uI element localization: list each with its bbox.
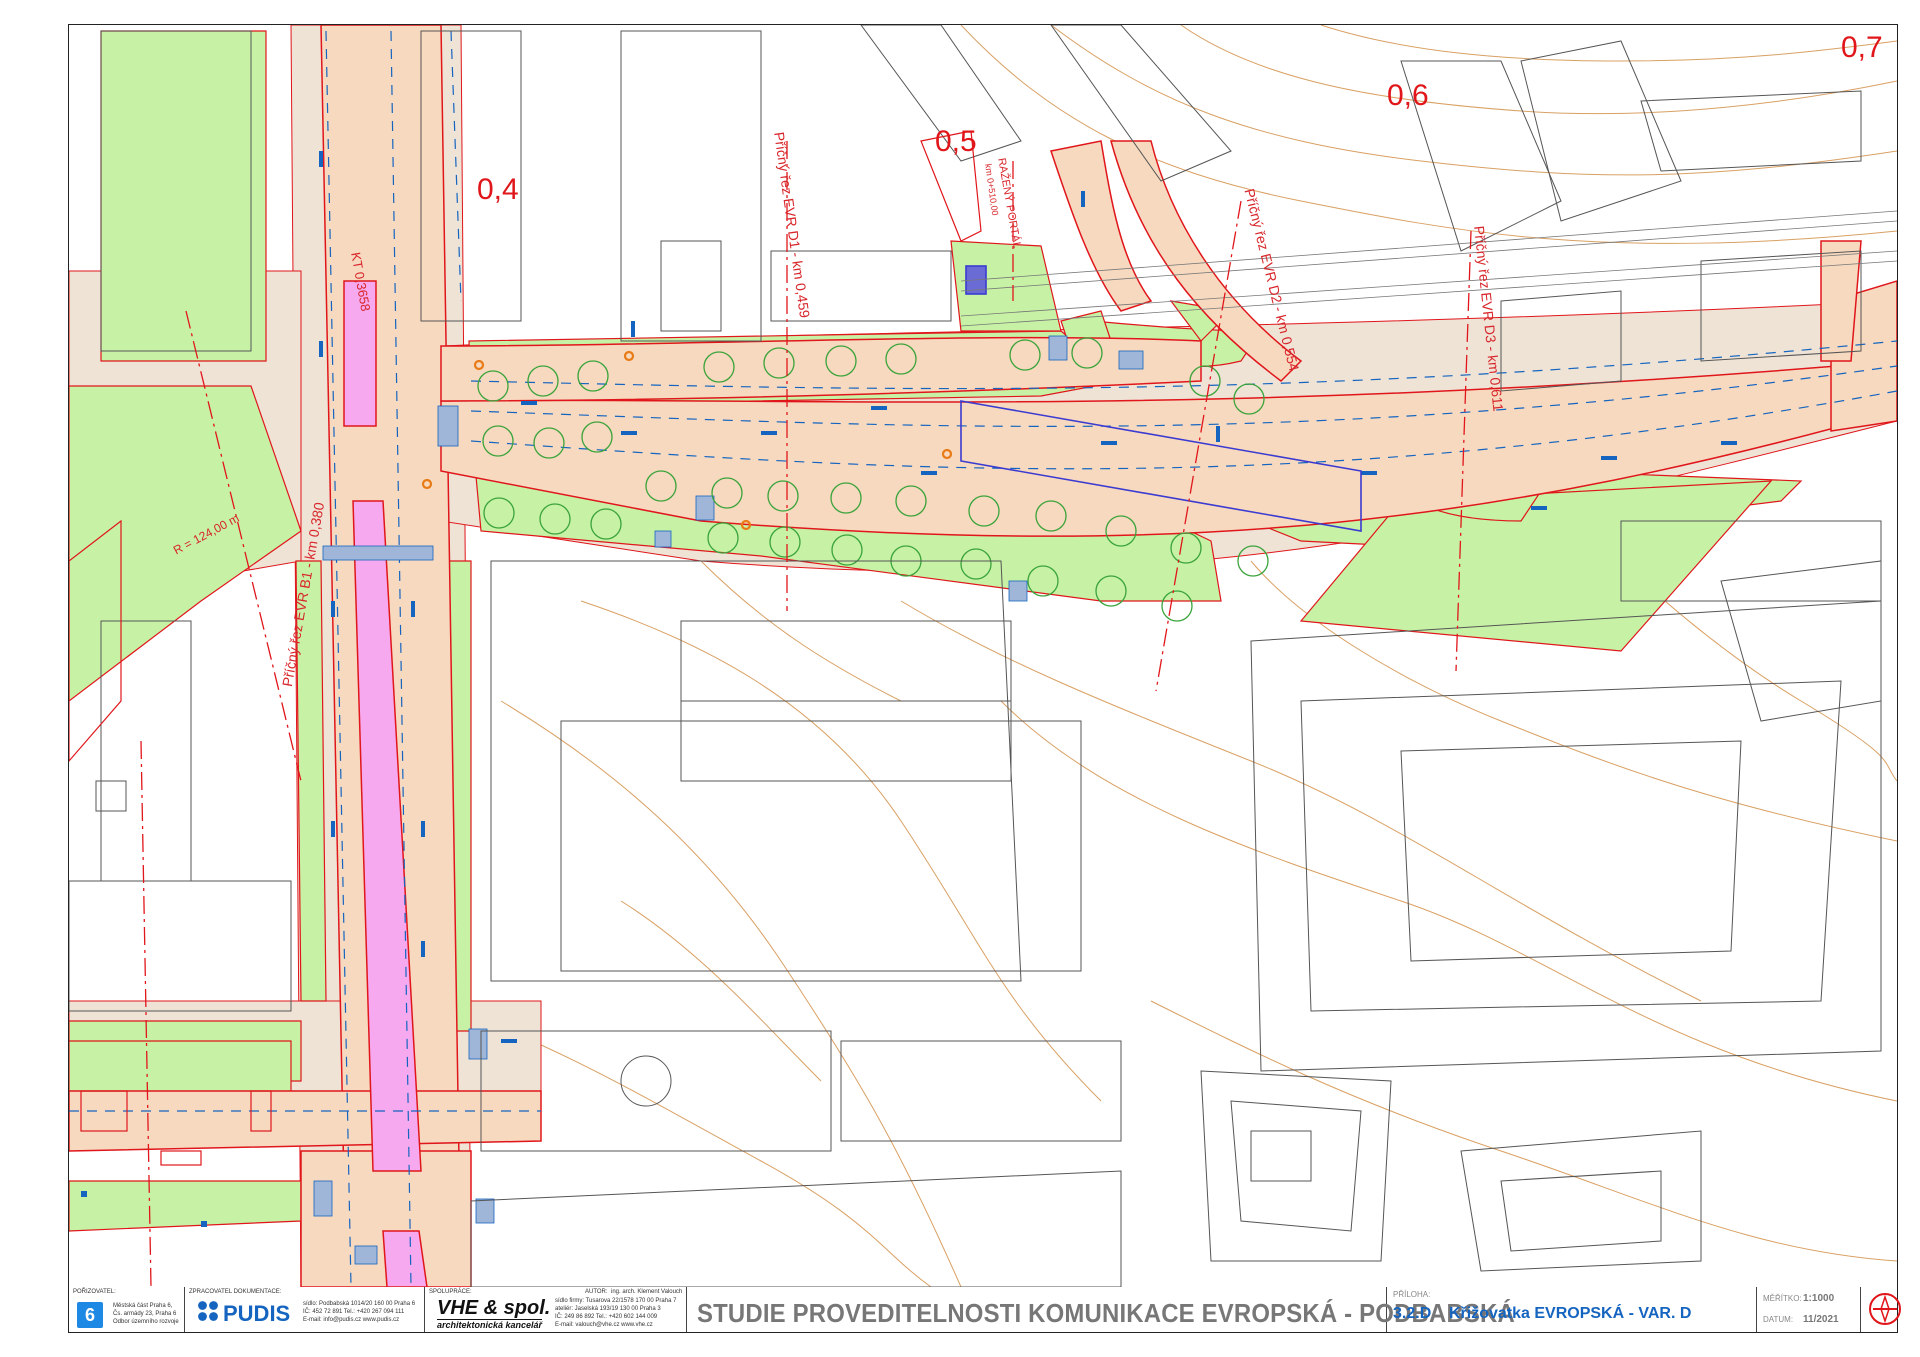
drawing-sheet: 0,4 0,5 0,6 0,7 Příčný řez EVR D1 - km 0… <box>0 0 1920 1357</box>
prague6-logo: 6 <box>77 1302 103 1328</box>
porizovatel-line-3: Odbor územního rozvoje <box>113 1319 179 1325</box>
zpracovatel-label: ZPRACOVATEL DOKUMENTACE: <box>189 1289 282 1295</box>
author-name: ing. arch. Klement Valouch <box>611 1289 683 1295</box>
priloha-label: PŘÍLOHA: <box>1393 1290 1431 1299</box>
zpracovatel-line-2: IČ: 452 72 891 Tel.: +420 267 094 111 <box>303 1309 405 1315</box>
vhe-logo: VHE & spol. <box>437 1297 551 1319</box>
pudis-logo: PUDIS <box>223 1301 291 1326</box>
author-label: AUTOR: <box>585 1289 608 1295</box>
map-frame[interactable]: 0,4 0,5 0,6 0,7 Příčný řez EVR D1 - km 0… <box>68 24 1898 1288</box>
meritko-value: 1:1000 <box>1803 1293 1835 1304</box>
porizovatel-line-2: Čs. armády 23, Praha 6 <box>113 1311 177 1317</box>
chainage-0-7: 0,7 <box>1841 31 1883 64</box>
datum-label: DATUM: <box>1763 1315 1794 1324</box>
zpracovatel-cell: ZPRACOVATEL DOKUMENTACE: PUDIS sídlo: Po… <box>185 1287 425 1332</box>
porizovatel-label: POŘIZOVATEL: <box>73 1289 116 1295</box>
priloha-cell: PŘÍLOHA: 3.2.D Křižovatka EVROPSKÁ - VAR… <box>1387 1287 1757 1332</box>
roadway <box>69 25 1897 1287</box>
priloha-number: 3.2.D <box>1393 1305 1432 1322</box>
spoluprace-line-1: sídlo firmy: Tusarova 22/1578 170 00 Pra… <box>555 1298 677 1304</box>
meritko-label: MĚŘÍTKO: <box>1763 1294 1802 1303</box>
site-plan-map[interactable] <box>69 25 1897 1287</box>
zpracovatel-line-1: sídlo: Podbabská 1014/20 160 00 Praha 6 <box>303 1301 416 1307</box>
spoluprace-cell: SPOLUPRÁCE: VHE & spol. architektonická … <box>425 1287 687 1332</box>
chainage-0-4: 0,4 <box>477 173 519 206</box>
porizovatel-cell: POŘIZOVATEL: 6 Městská část Praha 6, Čs.… <box>69 1287 185 1332</box>
priloha-title: Křižovatka EVROPSKÁ - VAR. D <box>1449 1305 1692 1322</box>
spoluprace-label: SPOLUPRÁCE: <box>429 1289 472 1295</box>
datum-value: 11/2021 <box>1803 1314 1839 1325</box>
scale-date-cell: MĚŘÍTKO: 1:1000 DATUM: 11/2021 <box>1757 1287 1861 1332</box>
north-arrow-icon <box>1869 1293 1901 1325</box>
chainage-0-6: 0,6 <box>1387 79 1429 112</box>
spoluprace-line-4: E-mail: valouch@vhe.cz www.vhe.cz <box>555 1322 653 1328</box>
title-block: POŘIZOVATEL: 6 Městská část Praha 6, Čs.… <box>68 1287 1901 1333</box>
spoluprace-line-2: ateliér: Jaselská 193/19 130 00 Praha 3 <box>555 1306 661 1312</box>
stamp-cell <box>1861 1287 1901 1332</box>
chainage-0-5: 0,5 <box>935 125 977 158</box>
zpracovatel-line-3: E-mail: info@pudis.cz www.pudis.cz <box>303 1317 400 1323</box>
spoluprace-line-3: IČ: 249 86 892 Tel.: +420 602 144 009 <box>555 1314 658 1320</box>
pudis-logo-icon <box>198 1301 218 1321</box>
vhe-logo-subtitle: architektonická kancelář <box>437 1319 543 1330</box>
project-title-cell: STUDIE PROVEDITELNOSTI KOMUNIKACE EVROPS… <box>687 1287 1515 1332</box>
porizovatel-line-1: Městská část Praha 6, <box>113 1303 173 1309</box>
